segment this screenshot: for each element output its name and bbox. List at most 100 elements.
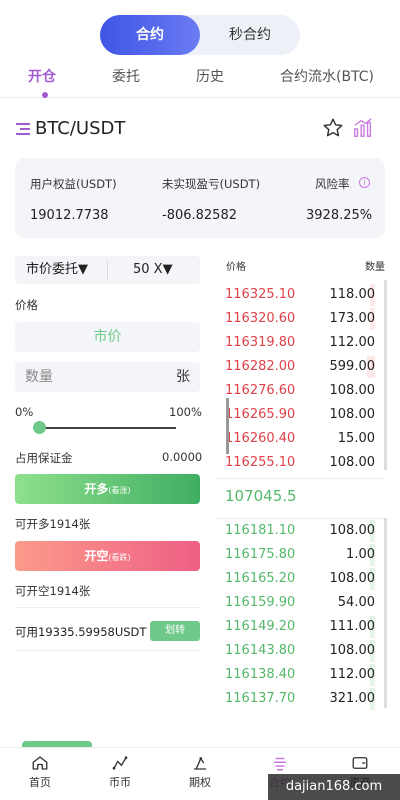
ask-row[interactable]: 116325.10 118.00 xyxy=(225,283,375,307)
quantity-placeholder: 数量 xyxy=(25,369,53,385)
pnl-value: -806.82582 xyxy=(162,208,237,223)
order-qty: 54.00 xyxy=(337,595,375,610)
caret-down-icon: ▼ xyxy=(78,262,89,277)
trend-icon xyxy=(112,756,128,770)
order-qty: 108.00 xyxy=(329,571,376,586)
ask-row[interactable]: 116276.60 108.00 xyxy=(225,379,375,403)
home-icon xyxy=(32,756,48,770)
order-price: 116149.20 xyxy=(225,619,296,634)
account-card: 用户权益(USDT) 未实现盈亏(USDT) 风险率 i 19012.7738 … xyxy=(15,158,385,238)
short-available: 可开空1914张 xyxy=(15,584,91,598)
mode-contract-button[interactable]: 合约 xyxy=(100,15,200,55)
price-label: 价格 xyxy=(15,298,38,312)
order-type-select[interactable]: 市价委托▼ xyxy=(26,256,88,284)
tab-history[interactable]: 历史 xyxy=(196,66,224,86)
order-price: 116181.10 xyxy=(225,523,296,538)
mode-second-contract-button[interactable]: 秒合约 xyxy=(200,15,300,55)
tab-bar: 开仓 委托 历史 合约流水(BTC) xyxy=(0,66,400,98)
ask-row[interactable]: 116255.10 108.00 xyxy=(225,451,375,475)
percent-slider-handle[interactable] xyxy=(33,421,46,434)
contract-icon xyxy=(274,757,286,771)
order-price: 116137.70 xyxy=(225,691,296,706)
pnl-label: 未实现盈亏(USDT) xyxy=(162,177,261,191)
ask-row[interactable]: 116282.00 599.00 xyxy=(225,355,375,379)
margin-label: 占用保证金 xyxy=(15,451,73,465)
tab-orders[interactable]: 委托 xyxy=(112,66,140,86)
percent-slider-track[interactable] xyxy=(40,427,176,429)
order-price: 116282.00 xyxy=(225,359,296,374)
bid-row[interactable]: 116149.20 111.00 xyxy=(225,615,375,639)
open-short-button[interactable]: 开空(看跌) xyxy=(15,541,200,571)
risk-value: 3928.25% xyxy=(306,208,373,223)
bid-row[interactable]: 116143.80 108.00 xyxy=(225,639,375,663)
quantity-input[interactable]: 数量 张 xyxy=(15,362,200,392)
order-qty: 173.00 xyxy=(329,311,376,326)
pair-title: BTC/USDT xyxy=(35,118,126,139)
caret-down-icon: ▼ xyxy=(162,262,173,277)
available-balance-row: 可用19335.59958USDT 划转 xyxy=(15,607,200,651)
info-icon[interactable]: i xyxy=(359,177,370,188)
order-price: 116320.60 xyxy=(225,311,296,326)
nav-options[interactable]: 期权 xyxy=(170,754,230,790)
equity-label: 用户权益(USDT) xyxy=(30,177,117,191)
asks-depth-scroll[interactable] xyxy=(384,280,387,470)
quantity-unit: 张 xyxy=(176,369,190,385)
star-icon[interactable] xyxy=(322,117,344,139)
order-qty: 108.00 xyxy=(329,383,376,398)
options-icon xyxy=(194,757,206,770)
risk-label: 风险率 xyxy=(315,177,350,191)
bid-row[interactable]: 116137.70 321.00 xyxy=(225,687,375,711)
order-price: 116255.10 xyxy=(225,455,296,470)
order-price: 116265.90 xyxy=(225,407,296,422)
order-qty: 321.00 xyxy=(329,691,376,706)
ask-row[interactable]: 116320.60 173.00 xyxy=(225,307,375,331)
order-qty: 112.00 xyxy=(329,667,376,682)
nav-spot[interactable]: 币币 xyxy=(90,754,150,790)
bid-row[interactable]: 116159.90 54.00 xyxy=(225,591,375,615)
mode-switch: 合约 秒合约 xyxy=(100,15,300,55)
order-qty: 118.00 xyxy=(329,287,376,302)
order-price: 116276.60 xyxy=(225,383,296,398)
order-qty: 599.00 xyxy=(329,359,376,374)
bid-row[interactable]: 116138.40 112.00 xyxy=(225,663,375,687)
menu-icon xyxy=(16,122,32,136)
nav-home[interactable]: 首页 xyxy=(10,754,70,790)
pair-selector[interactable]: BTC/USDT xyxy=(16,118,125,139)
bids-depth-scroll[interactable] xyxy=(384,518,387,708)
ask-row[interactable]: 116260.40 15.00 xyxy=(225,427,375,451)
orderbook-qty-header: 数量 xyxy=(365,262,385,273)
equity-value: 19012.7738 xyxy=(30,208,109,223)
leverage-select[interactable]: 50 X▼ xyxy=(133,256,173,284)
transfer-button[interactable]: 划转 xyxy=(150,621,200,641)
price-field[interactable]: 市价 xyxy=(15,322,200,352)
margin-value: 0.0000 xyxy=(162,450,203,464)
order-price: 116260.40 xyxy=(225,431,296,446)
bid-row[interactable]: 116165.20 108.00 xyxy=(225,567,375,591)
tab-open[interactable]: 开仓 xyxy=(28,66,56,86)
orderbook-price-header: 价格 xyxy=(226,262,246,273)
order-price: 116143.80 xyxy=(225,643,296,658)
tab-contract-flow[interactable]: 合约流水(BTC) xyxy=(280,66,374,86)
order-qty: 15.00 xyxy=(337,431,375,446)
open-long-button[interactable]: 开多(看涨) xyxy=(15,474,200,504)
order-price: 116159.90 xyxy=(225,595,296,610)
order-type-leverage-bar: 市价委托▼ 50 X▼ xyxy=(15,256,200,284)
bid-row[interactable]: 116181.10 108.00 xyxy=(225,519,375,543)
bid-row[interactable]: 116175.80 1.00 xyxy=(225,543,375,567)
slider-min-label: 0% xyxy=(15,405,34,419)
order-price: 116319.80 xyxy=(225,335,296,350)
slider-max-label: 100% xyxy=(169,405,202,419)
order-qty: 112.00 xyxy=(329,335,376,350)
ask-row[interactable]: 116319.80 112.00 xyxy=(225,331,375,355)
order-price: 116165.20 xyxy=(225,571,296,586)
chart-icon[interactable] xyxy=(352,117,374,139)
last-price: 107045.5 xyxy=(225,487,297,505)
order-price: 116138.40 xyxy=(225,667,296,682)
watermark: dajian168.com xyxy=(268,774,400,800)
order-qty: 108.00 xyxy=(329,455,376,470)
order-price: 116325.10 xyxy=(225,287,296,302)
ask-row[interactable]: 116265.90 108.00 xyxy=(225,403,375,427)
available-balance: 可用19335.59958USDT xyxy=(15,625,147,639)
order-qty: 108.00 xyxy=(329,523,376,538)
orderbook-scrollbar[interactable] xyxy=(226,398,229,454)
